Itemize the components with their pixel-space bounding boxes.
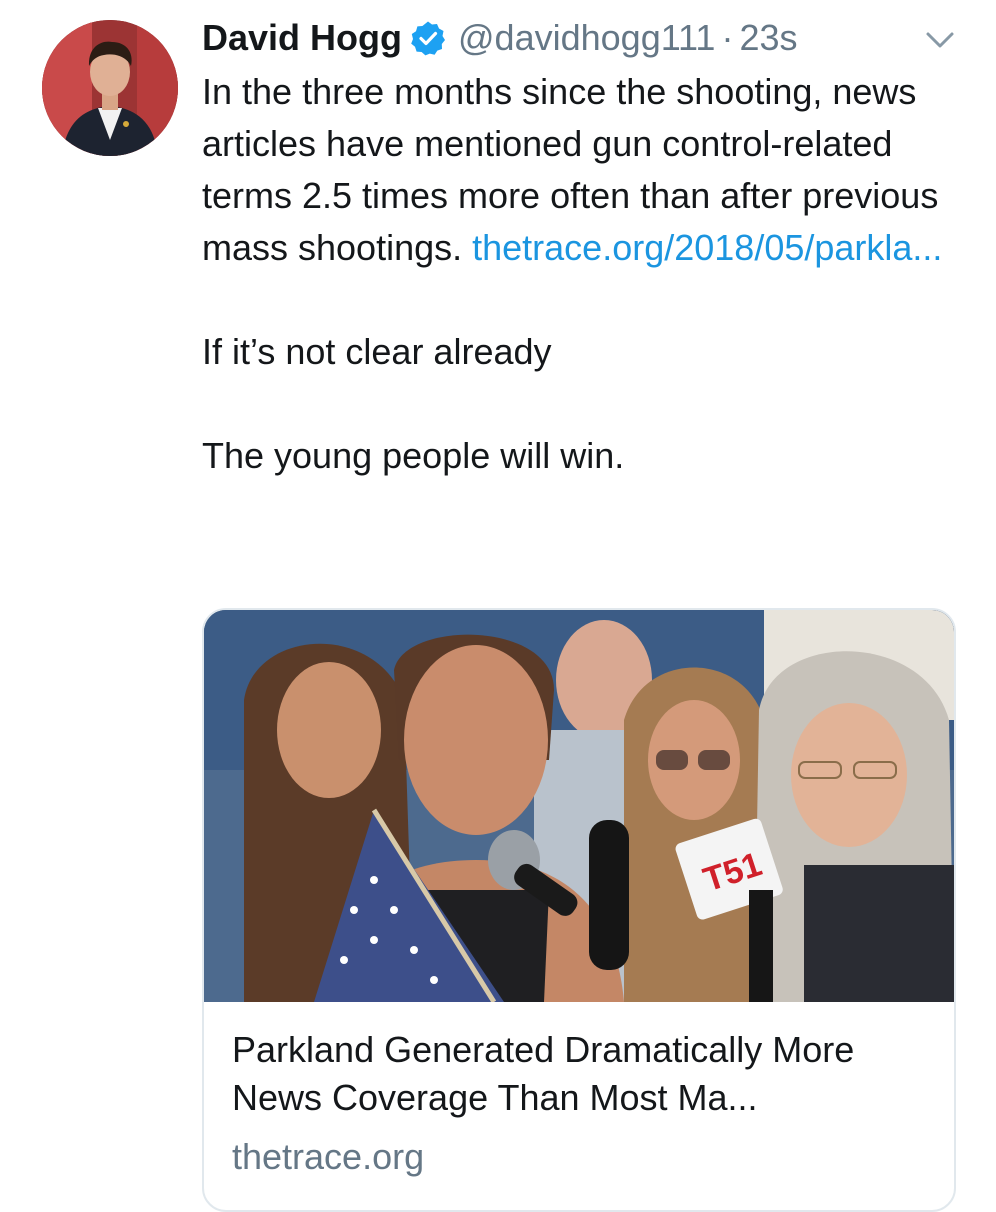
tweet[interactable]: David Hogg @davidhogg111 · 23s In the th… [0,0,996,1212]
tweet-text: In the three months since the shooting, … [202,66,962,482]
tweet-paragraph: If it’s not clear already [202,331,552,372]
timestamp[interactable]: 23s [739,17,797,59]
separator-dot: · [721,17,734,58]
tweet-paragraph: The young people will win. [202,435,625,476]
tweet-paragraph: In the three months since the shooting, … [202,66,962,274]
display-name[interactable]: David Hogg [202,17,402,59]
user-handle[interactable]: @davidhogg111 [458,17,715,59]
link-card-image[interactable]: T51 [204,610,954,1002]
tweet-link[interactable]: thetrace.org/2018/05/parkla... [472,227,942,268]
news-photo-icon: T51 [204,610,954,1002]
verified-badge-icon [410,20,446,56]
chevron-down-icon [926,32,954,48]
avatar-photo-icon [42,20,178,156]
link-card-domain: thetrace.org [232,1136,425,1177]
link-card[interactable]: T51 Parkland Generated Dramatically More… [202,608,956,1212]
tweet-header: David Hogg @davidhogg111 · 23s [202,14,797,62]
avatar[interactable] [42,20,178,156]
tweet-menu-button[interactable] [920,26,960,56]
link-card-title[interactable]: Parkland Generated Dramatically More New… [232,1026,932,1122]
